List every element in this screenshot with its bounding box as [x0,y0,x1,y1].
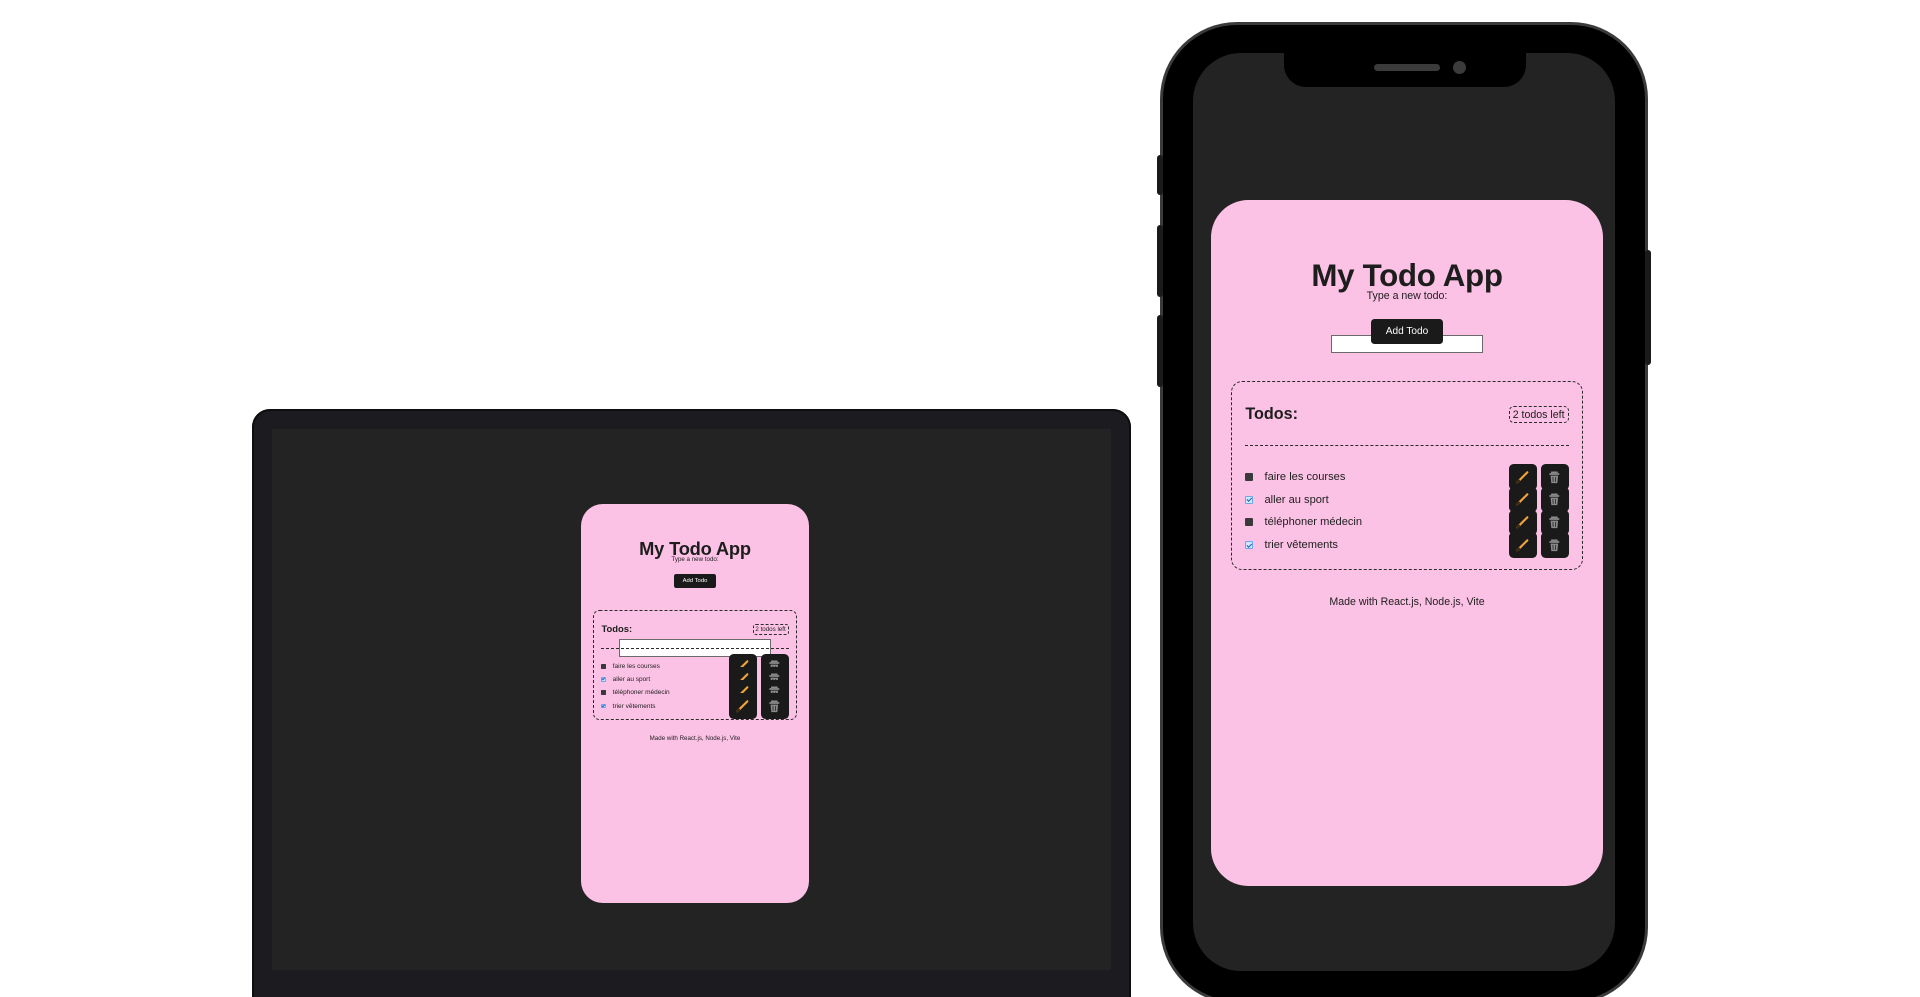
todos-header: Todos: 2 todos left [1245,405,1569,424]
mockup-stage: My Todo App Type a new todo: Add Todo To… [0,0,1920,997]
edit-todo-button[interactable] [1508,509,1537,536]
app-title: My Todo App [1311,257,1503,293]
todo-checkbox[interactable] [1245,541,1254,550]
phone-volume-down [1157,315,1163,387]
delete-todo-button[interactable] [1540,509,1569,536]
todo-checkbox[interactable] [1245,495,1254,504]
todo-text: téléphoner médecin [1264,516,1363,529]
todo-item: faire les courses [1245,464,1569,490]
pencil-icon [1516,470,1529,484]
edit-todo-button[interactable] [1508,532,1537,558]
todo-text: aller au sport [1264,493,1329,506]
todos-left-badge: 2 todos left [1508,405,1569,424]
trash-icon [1549,539,1560,551]
add-todo-button[interactable]: Add Todo [674,573,716,589]
todo-app-card-mobile: My Todo App Type a new todo: Add Todo To… [1211,200,1603,886]
trash-icon [1549,516,1560,529]
todo-app-card-desktop: My Todo App Type a new todo: Add Todo To… [581,504,809,903]
pencil-icon [736,699,749,713]
phone-power-button [1645,250,1651,365]
todo-checkbox[interactable] [601,663,607,669]
laptop-frame: My Todo App Type a new todo: Add Todo To… [252,409,1131,997]
delete-todo-button[interactable] [1540,487,1569,513]
delete-todo-button[interactable] [760,693,789,719]
pencil-icon [1516,516,1529,529]
todo-list: faire les courses aller au sport télépho… [1245,464,1569,558]
todo-item: trier vêtements [601,693,789,719]
pencil-icon [1516,493,1529,506]
phone-volume-up [1157,225,1163,297]
todo-checkbox[interactable] [601,690,607,696]
todo-text: aller au sport [612,675,651,683]
todos-heading: Todos: [1245,405,1298,423]
footer-credit: Made with React.js, Node.js, Vite [1329,595,1485,608]
phone-side-button [1157,155,1163,195]
new-todo-label: Type a new todo: [1366,289,1448,302]
phone-frame: My Todo App Type a new todo: Add Todo To… [1157,25,1651,997]
phone-notch [1284,53,1526,87]
todos-panel: Todos: 2 todos left faire les courses al [592,609,798,720]
edit-todo-button[interactable] [728,693,757,719]
todo-list: faire les courses aller au sport télépho… [601,653,789,719]
todos-heading: Todos: [601,624,633,636]
todo-text: trier vêtements [612,702,656,710]
footer-credit: Made with React.js, Node.js, Vite [649,735,741,743]
laptop-screen: My Todo App Type a new todo: Add Todo To… [272,429,1111,970]
todo-text: téléphoner médecin [612,689,670,697]
add-todo-button[interactable]: Add Todo [1371,319,1443,344]
todo-text: trier vêtements [1264,539,1338,552]
todo-checkbox[interactable] [1245,518,1254,527]
todos-left-badge: 2 todos left [752,624,789,636]
todo-text: faire les courses [1264,470,1346,483]
todo-item: aller au sport [1245,487,1569,513]
todos-header: Todos: 2 todos left [601,624,789,636]
camera-icon [1453,61,1466,74]
speaker-icon [1374,64,1440,71]
pencil-icon [1516,539,1529,552]
todo-text: faire les courses [612,662,660,670]
todos-divider [1245,445,1569,447]
todo-item: trier vêtements [1245,532,1569,558]
edit-todo-button[interactable] [1508,464,1537,490]
todo-checkbox[interactable] [1245,472,1254,481]
trash-icon [1549,471,1560,483]
todos-panel: Todos: 2 todos left faire les courses al [1231,380,1583,570]
new-todo-label: Type a new todo: [671,556,719,564]
delete-todo-button[interactable] [1540,532,1569,558]
todo-item: téléphoner médecin [1245,509,1569,536]
edit-todo-button[interactable] [1508,487,1537,513]
todo-checkbox[interactable] [601,677,607,682]
delete-todo-button[interactable] [1540,464,1569,490]
trash-icon [1549,493,1560,506]
phone-screen: My Todo App Type a new todo: Add Todo To… [1193,53,1615,971]
todos-divider [601,647,789,649]
todo-checkbox[interactable] [601,703,607,709]
trash-icon [769,700,780,712]
